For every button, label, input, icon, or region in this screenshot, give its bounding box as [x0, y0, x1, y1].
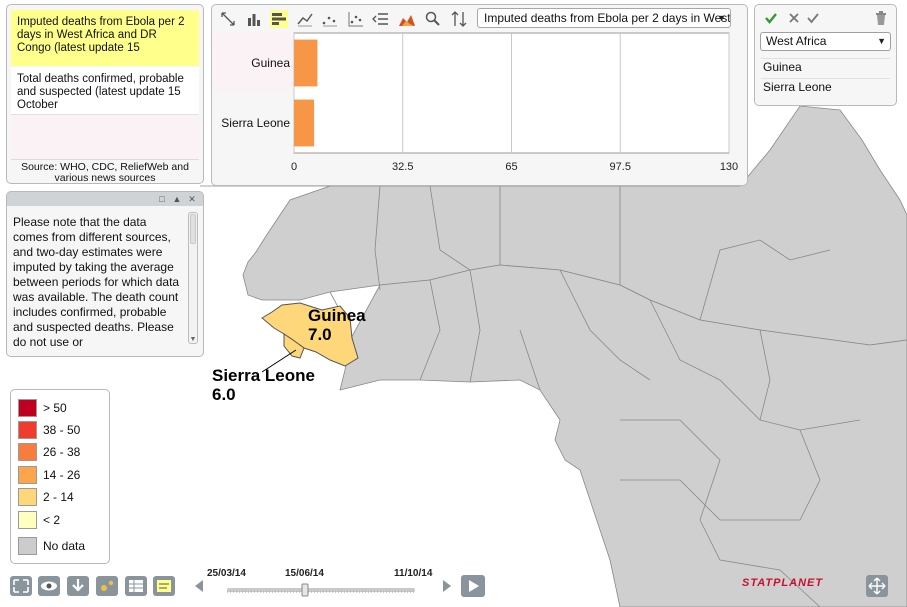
- notes-scrollbar[interactable]: ▼: [188, 212, 198, 344]
- legend-swatch: [18, 488, 37, 506]
- chart-panel: Imputed deaths from Ebola per 2 days in …: [211, 4, 748, 186]
- category-label: Guinea: [251, 56, 290, 70]
- expand-icon[interactable]: [866, 575, 888, 597]
- notes-text: Please note that the data comes from dif…: [13, 215, 180, 349]
- timeline-end: 11/10/14: [394, 568, 433, 579]
- indicator-item-active[interactable]: Imputed deaths from Ebola per 2 days in …: [11, 10, 199, 66]
- timeline-slider[interactable]: [225, 583, 417, 597]
- check-icon[interactable]: [806, 11, 820, 25]
- sierra-leone-value: 6.0: [212, 385, 236, 404]
- legend-swatch: [18, 466, 37, 484]
- sierra-leone-name: Sierra Leone: [212, 366, 315, 385]
- divider: [761, 78, 890, 79]
- scrollbar-thumb[interactable]: [190, 214, 196, 244]
- chevron-down-icon: ▼: [877, 36, 886, 46]
- legend-label: 26 - 38: [43, 445, 81, 459]
- guinea-name: Guinea: [308, 306, 366, 325]
- region-dropdown-value: West Africa: [766, 34, 827, 48]
- bar[interactable]: [294, 39, 318, 87]
- download-icon[interactable]: [67, 576, 89, 596]
- table-icon[interactable]: [125, 576, 147, 596]
- statplanet-logo: STATPLANET: [742, 577, 824, 589]
- bubble-map-icon[interactable]: [96, 576, 118, 596]
- legend-swatch: [18, 399, 37, 417]
- legend-label: > 50: [43, 401, 67, 415]
- region-item-guinea[interactable]: Guinea: [763, 60, 802, 74]
- legend-swatch: [18, 537, 37, 555]
- legend-swatch: [18, 511, 37, 529]
- source-text: Source: WHO, CDC, ReliefWeb and various …: [11, 159, 199, 184]
- region-dropdown[interactable]: West Africa ▼: [760, 32, 891, 51]
- region-item-sierra-leone[interactable]: Sierra Leone: [763, 80, 832, 94]
- bar-chart: 0 32.5 65 97.5 130 Guinea Sierra Leone: [213, 32, 738, 173]
- category-label: Sierra Leone: [221, 116, 290, 130]
- x-tick-label: 65: [505, 161, 517, 173]
- x-tick-label: 97.5: [610, 161, 631, 173]
- legend-swatch: [18, 443, 37, 461]
- legend-label: 14 - 26: [43, 468, 81, 482]
- x-tick-label: 0: [291, 161, 297, 173]
- guinea-map-label: Guinea 7.0: [308, 306, 366, 344]
- bar[interactable]: [294, 99, 315, 147]
- x-tick-label: 130: [720, 161, 738, 173]
- legend-swatch: [18, 421, 37, 439]
- green-check-icon[interactable]: [764, 11, 778, 25]
- sierra-leone-map-label: Sierra Leone 6.0: [212, 366, 315, 404]
- timeline-prev-icon[interactable]: [194, 579, 204, 593]
- clear-icon[interactable]: [788, 12, 800, 24]
- timeline-handle[interactable]: [301, 583, 309, 597]
- legend-label: 38 - 50: [43, 423, 81, 437]
- indicator-item-total-deaths[interactable]: Total deaths confirmed, probable and sus…: [11, 67, 199, 115]
- legend-label: No data: [43, 539, 86, 553]
- close-icon[interactable]: ✕: [186, 193, 198, 205]
- collapse-icon[interactable]: ▲: [171, 193, 183, 205]
- trash-icon[interactable]: [874, 10, 888, 26]
- fullscreen-icon[interactable]: [10, 576, 32, 596]
- divider: [761, 58, 890, 59]
- notes-titlebar[interactable]: □ ▲ ✕: [7, 192, 203, 206]
- play-button[interactable]: [461, 575, 485, 597]
- guinea-value: 7.0: [308, 325, 332, 344]
- timeline-current: 15/06/14: [285, 568, 324, 579]
- timeline-next-icon[interactable]: [442, 579, 452, 593]
- maximize-icon[interactable]: □: [156, 193, 168, 205]
- indicator-panel: Imputed deaths from Ebola per 2 days in …: [6, 4, 204, 184]
- legend-label: 2 - 14: [43, 490, 74, 504]
- legend-label: < 2: [43, 513, 61, 527]
- notes-icon[interactable]: [153, 576, 175, 596]
- indicator-item-blank: [11, 116, 199, 159]
- notes-panel: □ ▲ ✕ Please note that the data comes fr…: [6, 191, 204, 357]
- scroll-down-icon[interactable]: ▼: [189, 336, 197, 343]
- x-tick-label: 32.5: [392, 161, 413, 173]
- timeline-start: 25/03/14: [207, 568, 246, 579]
- eye-icon[interactable]: [38, 576, 60, 596]
- region-panel: West Africa ▼ Guinea Sierra Leone: [754, 4, 897, 106]
- legend-panel: > 50 38 - 50 26 - 38 14 - 26 2 - 14 < 2 …: [10, 389, 110, 564]
